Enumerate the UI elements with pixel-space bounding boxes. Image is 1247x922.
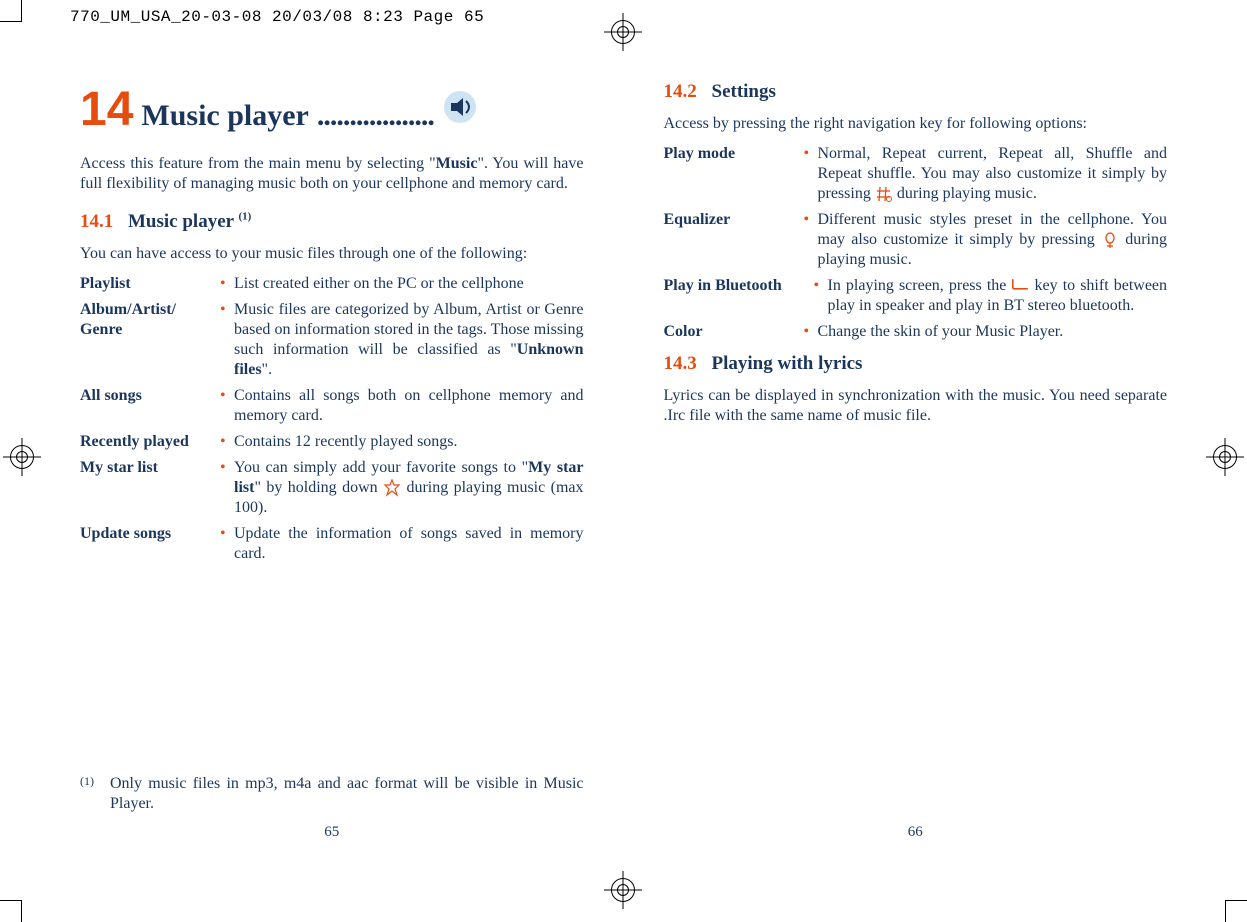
bullet-icon: •	[220, 524, 234, 564]
chapter-dots: ..................	[317, 97, 434, 135]
intro-text: Access this feature from the main menu b…	[80, 154, 584, 194]
desc-recent: Contains 12 recently played songs.	[234, 432, 584, 452]
definition-row: Color • Change the skin of your Music Pl…	[664, 322, 1168, 342]
footnote-marker: (1)	[80, 774, 110, 814]
speaker-icon	[442, 89, 478, 125]
definition-row: Playlist • List created either on the PC…	[80, 274, 584, 294]
definition-row: Recently played • Contains 12 recently p…	[80, 432, 584, 452]
registration-mark	[10, 445, 34, 469]
text: during playing music.	[897, 185, 1037, 202]
text: Access this feature from the main menu b…	[80, 155, 436, 172]
definition-row: Equalizer • Different music styles prese…	[664, 210, 1168, 270]
text-bold: Music	[436, 155, 478, 172]
footnote: (1) Only music files in mp3, m4a and aac…	[80, 774, 584, 814]
bullet-icon: •	[220, 300, 234, 380]
section-number: 14.2	[664, 81, 697, 102]
softkey-icon	[1011, 277, 1029, 295]
definition-row: Album/Artist/ Genre • Music files are ca…	[80, 300, 584, 380]
page-right: 14.2 Settings Access by pressing the rig…	[664, 80, 1168, 842]
section-heading: 14.1 Music player (1)	[80, 210, 584, 234]
term-equalizer: Equalizer	[664, 210, 804, 270]
definition-row: All songs • Contains all songs both on c…	[80, 386, 584, 426]
text: " by holding down	[254, 479, 383, 496]
chapter-heading: 14 Music player ..................	[80, 80, 584, 140]
section-heading: 14.3 Playing with lyrics	[664, 352, 1168, 376]
term-playlist: Playlist	[80, 274, 220, 294]
registration-mark	[1213, 445, 1237, 469]
desc-color: Change the skin of your Music Player.	[818, 322, 1168, 342]
bullet-icon: •	[220, 274, 234, 294]
term-bluetooth: Play in Bluetooth	[664, 276, 814, 316]
term-update: Update songs	[80, 524, 220, 564]
lead-in-text: Access by pressing the right navigation …	[664, 114, 1168, 134]
desc-equalizer: Different music styles preset in the cel…	[818, 210, 1168, 270]
bullet-icon: •	[804, 210, 818, 270]
crop-mark	[0, 900, 22, 922]
hash-key-icon	[875, 185, 893, 203]
definition-row: Play mode • Normal, Repeat current, Repe…	[664, 144, 1168, 204]
registration-mark	[611, 878, 635, 902]
desc-allsongs: Contains all songs both on cellphone mem…	[234, 386, 584, 426]
star-key-icon	[383, 479, 401, 497]
footnote-text: Only music files in mp3, m4a and aac for…	[110, 774, 584, 814]
section-heading: 14.2 Settings	[664, 80, 1168, 104]
chapter-title: Music player	[141, 97, 308, 135]
definition-row: My star list • You can simply add your f…	[80, 458, 584, 518]
text: In playing screen, press the	[828, 277, 1012, 294]
term-recent: Recently played	[80, 432, 220, 452]
lead-in-text: You can have access to your music files …	[80, 244, 584, 264]
section-number: 14.1	[80, 211, 113, 232]
crop-mark	[0, 0, 22, 22]
term-playmode: Play mode	[664, 144, 804, 204]
page-number-right: 66	[664, 823, 1168, 842]
text: You can simply add your favorite songs t…	[234, 459, 528, 476]
term-album: Album/Artist/ Genre	[80, 300, 220, 380]
print-header: 770_UM_USA_20-03-08 20/03/08 8:23 Page 6…	[70, 8, 484, 26]
section-title: Music player	[128, 211, 238, 232]
desc-playlist: List created either on the PC or the cel…	[234, 274, 584, 294]
term-starlist: My star list	[80, 458, 220, 518]
crop-mark	[1225, 900, 1247, 922]
desc-playmode: Normal, Repeat current, Repeat all, Shuf…	[818, 144, 1168, 204]
section-number: 14.3	[664, 353, 697, 374]
lyrics-text: Lyrics can be displayed in synchronizati…	[664, 386, 1168, 426]
term-allsongs: All songs	[80, 386, 220, 426]
registration-mark	[611, 20, 635, 44]
page-left: 14 Music player .................. Acces…	[80, 80, 584, 842]
bullet-icon: •	[814, 276, 828, 316]
desc-starlist: You can simply add your favorite songs t…	[234, 458, 584, 518]
zero-key-icon	[1101, 231, 1119, 249]
bullet-icon: •	[220, 386, 234, 426]
bullet-icon: •	[804, 322, 818, 342]
chapter-number: 14	[80, 80, 133, 140]
term-color: Color	[664, 322, 804, 342]
page-number-left: 65	[80, 823, 584, 842]
section-title: Settings	[712, 81, 776, 102]
definition-row: Update songs • Update the information of…	[80, 524, 584, 564]
footnote-ref: (1)	[238, 211, 251, 223]
bullet-icon: •	[220, 432, 234, 452]
section-title: Playing with lyrics	[712, 353, 863, 374]
desc-bluetooth: In playing screen, press the key to shif…	[828, 276, 1168, 316]
desc-update: Update the information of songs saved in…	[234, 524, 584, 564]
text: ".	[262, 361, 273, 378]
bullet-icon: •	[220, 458, 234, 518]
definition-row: Play in Bluetooth • In playing screen, p…	[664, 276, 1168, 316]
desc-album: Music files are categorized by Album, Ar…	[234, 300, 584, 380]
bullet-icon: •	[804, 144, 818, 204]
